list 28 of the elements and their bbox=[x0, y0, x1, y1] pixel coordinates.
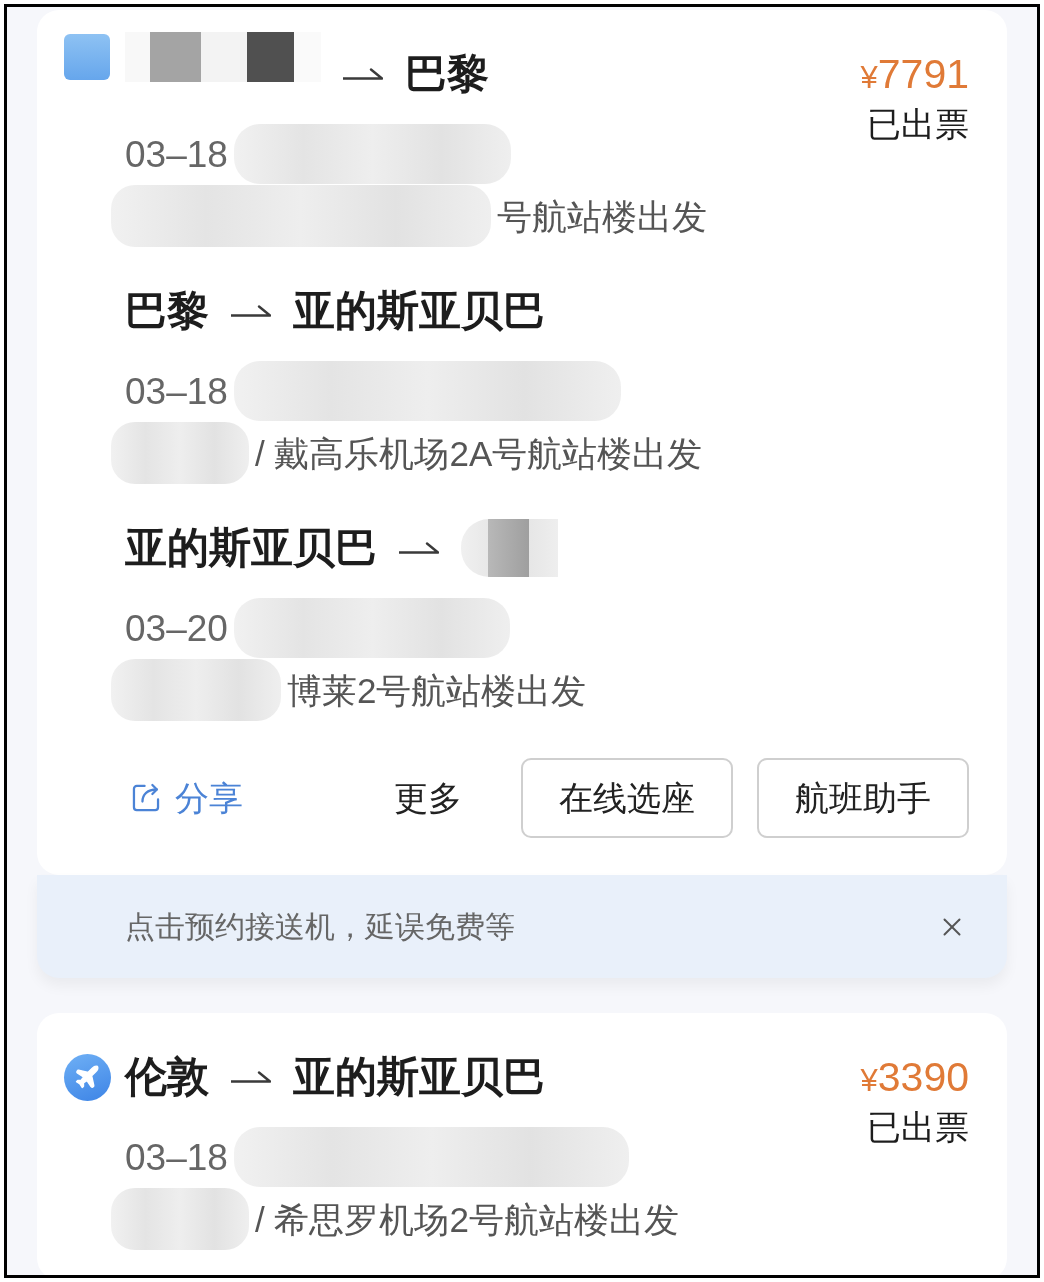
notice-text: 点击预约接送机，延误免费等 bbox=[125, 911, 515, 942]
ticket-status: 已出票 bbox=[867, 107, 969, 141]
arrow-icon bbox=[231, 305, 271, 317]
more-link[interactable]: 更多 bbox=[394, 781, 462, 815]
flight-date: 03–18 bbox=[125, 135, 228, 173]
flight-date: 03–18 bbox=[125, 372, 228, 410]
action-button[interactable]: 航班助手 bbox=[757, 758, 969, 838]
ticket-status: 已出票 bbox=[867, 1110, 969, 1144]
departure-city: 巴黎 bbox=[125, 290, 209, 332]
price: ¥3390 bbox=[860, 1053, 969, 1101]
arrival-city: 亚的斯亚贝巴 bbox=[293, 290, 545, 332]
arrival-city: 巴黎 bbox=[405, 53, 489, 95]
departure-city: 亚的斯亚贝巴 bbox=[125, 527, 377, 569]
action-button[interactable]: 在线选座 bbox=[521, 758, 733, 838]
arrow-icon bbox=[343, 68, 383, 80]
flight-date: 03–18 bbox=[125, 1138, 228, 1176]
arrival-city: 亚的斯亚贝巴 bbox=[293, 1056, 545, 1098]
departure-terminal: 博莱2号航站楼出发 bbox=[287, 672, 587, 708]
notice-banner[interactable]: 点击预约接送机，延误免费等 bbox=[37, 875, 1007, 978]
arrow-icon bbox=[231, 1071, 271, 1083]
flight-date: 03–20 bbox=[125, 609, 228, 647]
departure-city: 伦敦 bbox=[125, 1056, 209, 1098]
departure-terminal: / 戴高乐机场2A号航站楼出发 bbox=[255, 435, 703, 471]
arrow-icon bbox=[399, 542, 439, 554]
departure-terminal: 号航站楼出发 bbox=[497, 198, 707, 234]
price: ¥7791 bbox=[860, 50, 969, 98]
departure-terminal: / 希思罗机场2号航站楼出发 bbox=[255, 1201, 679, 1237]
share-link[interactable]: 分享 bbox=[129, 781, 243, 815]
